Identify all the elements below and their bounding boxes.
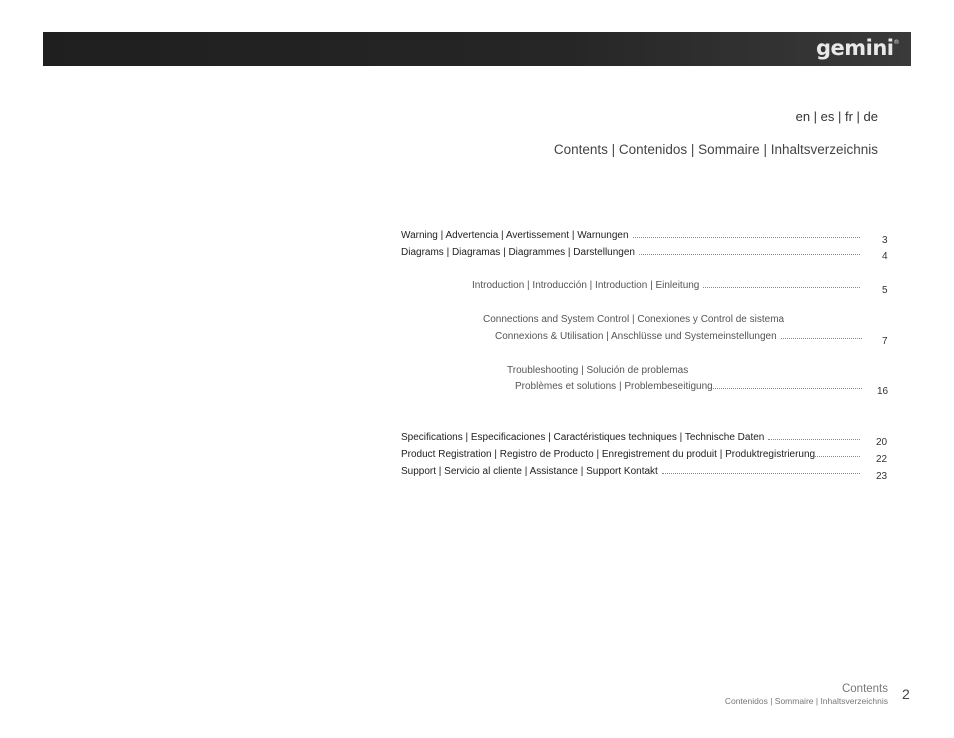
page-title: Contents | Contenidos | Sommaire | Inhal… [553,142,878,157]
toc-page-number: 5 [882,285,888,296]
toc-entry-diagrams[interactable]: Diagrams | Diagramas | Diagrammes | Dars… [401,247,866,258]
toc-entry-label: Introduction | Introducción | Introducti… [472,280,700,291]
leader-dots [632,237,860,238]
leader-dots [768,439,860,440]
toc-entry-label: Specifications | Especificaciones | Cara… [401,432,765,443]
toc-page-number: 16 [877,386,889,397]
language-selector: en | es | fr | de [795,109,878,124]
gemini-logo: gemini® [816,36,899,60]
toc-entry-label: Problèmes et solutions | Problembeseitig… [515,381,713,392]
toc-entry-warning[interactable]: Warning | Advertencia | Avertissement | … [401,230,866,241]
toc-page-number: 20 [876,437,888,448]
toc-entry-label: Connections and System Control | Conexio… [483,314,785,325]
toc-page-number: 22 [876,454,888,465]
leader-dots [815,456,860,457]
toc-page-number: 4 [882,251,888,262]
toc-entry-troubleshooting-line1[interactable]: Troubleshooting | Solución de problemas [507,365,688,376]
toc-entry-label: Product Registration | Registro de Produ… [401,449,816,460]
toc-entry-support[interactable]: Support | Servicio al cliente | Assistan… [401,466,866,477]
toc-entry-label: Support | Servicio al cliente | Assistan… [401,466,658,477]
leader-dots [712,388,862,389]
toc-entry-label: Connexions & Utilisation | Anschlüsse un… [495,331,777,342]
footer-section-title: Contents [841,683,888,695]
toc-entry-connections-line2[interactable]: Connexions & Utilisation | Anschlüsse un… [495,331,868,342]
brand-name: gemini [815,36,894,60]
toc-entry-troubleshooting-line2[interactable]: Problèmes et solutions | Problembeseitig… [515,381,868,392]
footer-section-subtitle: Contenidos | Sommaire | Inhaltsverzeichn… [724,696,888,706]
leader-dots [638,254,860,255]
leader-dots [661,473,860,474]
toc-entry-specifications[interactable]: Specifications | Especificaciones | Cara… [401,432,866,443]
toc-entry-label: Diagrams | Diagramas | Diagrammes | Dars… [401,247,635,258]
toc-entry-connections-line1[interactable]: Connections and System Control | Conexio… [483,314,784,325]
toc-entry-label: Troubleshooting | Solución de problemas [507,365,689,376]
toc-entry-product-registration[interactable]: Product Registration | Registro de Produ… [401,449,866,460]
toc-page-number: 7 [882,336,888,347]
toc-entry-label: Warning | Advertencia | Avertissement | … [401,230,629,241]
header-bar: gemini® [43,32,911,66]
toc-page-number: 3 [882,235,888,246]
toc-page-number: 23 [876,471,888,482]
leader-dots [780,338,862,339]
trademark-symbol: ® [893,39,900,46]
page-number: 2 [902,686,910,702]
leader-dots [703,287,860,288]
toc-entry-introduction[interactable]: Introduction | Introducción | Introducti… [472,280,866,291]
